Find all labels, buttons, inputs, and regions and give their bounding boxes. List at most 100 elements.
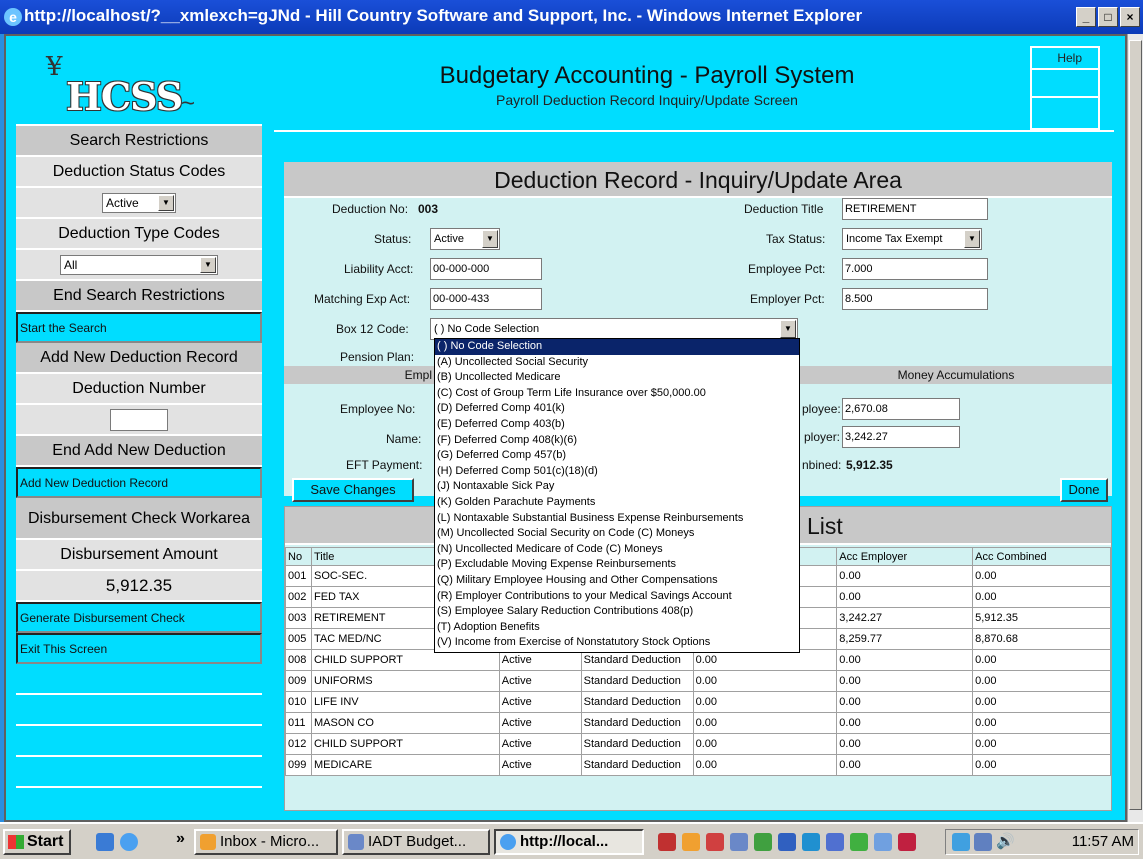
- tray-app-icon[interactable]: [754, 833, 772, 851]
- employer-pct-input[interactable]: 8.500: [842, 288, 988, 310]
- dropdown-option[interactable]: (N) Uncollected Medicare of Code (C) Mon…: [435, 542, 799, 558]
- cell-type: Standard Deduction: [580, 691, 694, 713]
- dropdown-option[interactable]: (R) Employer Contributions to your Medic…: [435, 589, 799, 605]
- maximize-button[interactable]: □: [1098, 7, 1118, 27]
- start-search-button[interactable]: Start the Search: [16, 312, 262, 343]
- title-bar[interactable]: e http://localhost/?__xmlexch=gJNd - Hil…: [0, 0, 1143, 34]
- tray-app-icon[interactable]: [658, 833, 676, 851]
- volume-icon[interactable]: 🔊: [996, 830, 1015, 854]
- chevron-down-icon[interactable]: ▼: [200, 256, 216, 273]
- tray-app-icon[interactable]: [706, 833, 724, 851]
- ie-icon: [500, 834, 516, 850]
- dropdown-option[interactable]: (F) Deferred Comp 408(k)(6): [435, 433, 799, 449]
- add-new-deduction-button[interactable]: Add New Deduction Record: [16, 467, 262, 498]
- liability-acct-input[interactable]: 00-000-000: [430, 258, 542, 280]
- tray-app-icon[interactable]: [730, 833, 748, 851]
- start-button[interactable]: Start: [3, 829, 71, 855]
- vertical-scrollbar[interactable]: [1127, 34, 1143, 822]
- table-row[interactable]: 010 LIFE INV Active Standard Deduction 0.00 0…: [285, 691, 1111, 713]
- dropdown-option[interactable]: (C) Cost of Group Term Life Insurance ov…: [435, 386, 799, 402]
- document-icon: [348, 834, 364, 850]
- page-title: Budgetary Accounting - Payroll System: [439, 62, 855, 89]
- monitor-icon[interactable]: [974, 833, 992, 851]
- ie-icon: e: [4, 8, 22, 26]
- network-icon[interactable]: [952, 833, 970, 851]
- dropdown-option[interactable]: (V) Income from Exercise of Nonstatutory…: [435, 635, 799, 651]
- cell-no: 011: [285, 712, 312, 734]
- chevron-down-icon[interactable]: ▼: [964, 230, 980, 248]
- dropdown-option[interactable]: (S) Employee Salary Reduction Contributi…: [435, 604, 799, 620]
- status-code-select[interactable]: Active ▼: [102, 192, 176, 213]
- table-row[interactable]: 099 MEDICARE Active Standard Deduction 0.00 0…: [285, 754, 1111, 776]
- tray-app-icon[interactable]: [898, 833, 916, 851]
- box12-select[interactable]: ( ) No Code Selection ▼: [430, 318, 798, 340]
- help-box-filler: [1032, 70, 1098, 98]
- deduction-number-input[interactable]: [110, 408, 168, 431]
- tax-status-select[interactable]: Income Tax Exempt ▼: [842, 228, 982, 250]
- chevron-down-icon[interactable]: ▼: [158, 194, 174, 211]
- acc-employer-input[interactable]: 3,242.27: [842, 426, 960, 448]
- generate-check-button[interactable]: Generate Disbursement Check: [16, 602, 262, 633]
- dropdown-option[interactable]: ( ) No Code Selection: [435, 339, 799, 355]
- dropdown-option[interactable]: (D) Deferred Comp 401(k): [435, 401, 799, 417]
- chevron-down-icon[interactable]: ▼: [780, 320, 796, 338]
- cell-no: 012: [285, 733, 312, 755]
- dropdown-option[interactable]: (L) Nontaxable Substantial Business Expe…: [435, 511, 799, 527]
- dropdown-option[interactable]: (G) Deferred Comp 457(b): [435, 448, 799, 464]
- box12-dropdown-list[interactable]: ( ) No Code Selection (A) Uncollected Soc…: [434, 338, 800, 653]
- dropdown-option[interactable]: (A) Uncollected Social Security: [435, 355, 799, 371]
- tax-status-label: Tax Status:: [766, 232, 826, 246]
- table-row[interactable]: 009 UNIFORMS Active Standard Deduction 0.00 0…: [285, 670, 1111, 692]
- ie-quicklaunch-icon[interactable]: [120, 833, 138, 851]
- help-link[interactable]: Help: [1032, 48, 1098, 70]
- tray-app-icon[interactable]: [874, 833, 892, 851]
- minimize-button[interactable]: _: [1076, 7, 1096, 27]
- tray-app-icon[interactable]: [778, 833, 796, 851]
- type-code-select[interactable]: All ▼: [60, 254, 218, 275]
- panel-title: Deduction Record - Inquiry/Update Area: [284, 162, 1112, 198]
- close-button[interactable]: ×: [1120, 7, 1140, 27]
- type-codes-label: Deduction Type Codes: [16, 219, 262, 250]
- cell-acc-employee: 0.00: [692, 670, 838, 692]
- box12-label: Box 12 Code:: [336, 322, 409, 336]
- cell-no: 010: [285, 691, 312, 713]
- taskbar-inbox[interactable]: Inbox - Micro...: [194, 829, 338, 855]
- tray-app-icon[interactable]: [682, 833, 700, 851]
- tray-app-icon[interactable]: [850, 833, 868, 851]
- exit-screen-button[interactable]: Exit This Screen: [16, 633, 262, 664]
- matching-exp-input[interactable]: 00-000-433: [430, 288, 542, 310]
- taskbar-ie[interactable]: http://local...: [494, 829, 644, 855]
- dropdown-option[interactable]: (Q) Military Employee Housing and Other …: [435, 573, 799, 589]
- dropdown-option[interactable]: (P) Excludable Moving Expense Reinbursem…: [435, 557, 799, 573]
- dropdown-option[interactable]: (T) Adoption Benefits: [435, 620, 799, 636]
- clock: 11:57 AM: [1071, 833, 1134, 850]
- deduction-title-input[interactable]: RETIREMENT: [842, 198, 988, 220]
- acc-employee-input[interactable]: 2,670.08: [842, 398, 960, 420]
- employee-pct-input[interactable]: 7.000: [842, 258, 988, 280]
- sidebar-filler: [16, 695, 262, 726]
- chevron-down-icon[interactable]: ▼: [482, 230, 498, 248]
- dropdown-option[interactable]: (J) Nontaxable Sick Pay: [435, 479, 799, 495]
- status-select[interactable]: Active ▼: [430, 228, 500, 250]
- quicklaunch-chevron[interactable]: »: [176, 830, 185, 848]
- status-codes-row: Active ▼: [16, 188, 262, 219]
- disbursement-workarea-heading: Disbursement Check Workarea: [16, 498, 262, 540]
- table-row[interactable]: 011 MASON CO Active Standard Deduction 0.00 0…: [285, 712, 1111, 734]
- dropdown-option[interactable]: (M) Uncollected Social Security on Code …: [435, 526, 799, 542]
- type-codes-row: All ▼: [16, 250, 262, 281]
- cell-title: MASON CO: [310, 712, 500, 734]
- type-code-value: All: [64, 257, 78, 272]
- show-desktop-icon[interactable]: [96, 833, 114, 851]
- dropdown-option[interactable]: (B) Uncollected Medicare: [435, 370, 799, 386]
- tray-app-icon[interactable]: [802, 833, 820, 851]
- taskbar-iadt[interactable]: IADT Budget...: [342, 829, 490, 855]
- table-row[interactable]: 012 CHILD SUPPORT Active Standard Deduction…: [285, 733, 1111, 755]
- scrollbar-thumb[interactable]: [1129, 40, 1142, 810]
- save-changes-button[interactable]: Save Changes: [292, 478, 414, 502]
- tray-app-icon[interactable]: [826, 833, 844, 851]
- cell-no: 009: [285, 670, 312, 692]
- done-button[interactable]: Done: [1060, 478, 1108, 502]
- dropdown-option[interactable]: (E) Deferred Comp 403(b): [435, 417, 799, 433]
- dropdown-option[interactable]: (K) Golden Parachute Payments: [435, 495, 799, 511]
- dropdown-option[interactable]: (H) Deferred Comp 501(c)(18)(d): [435, 464, 799, 480]
